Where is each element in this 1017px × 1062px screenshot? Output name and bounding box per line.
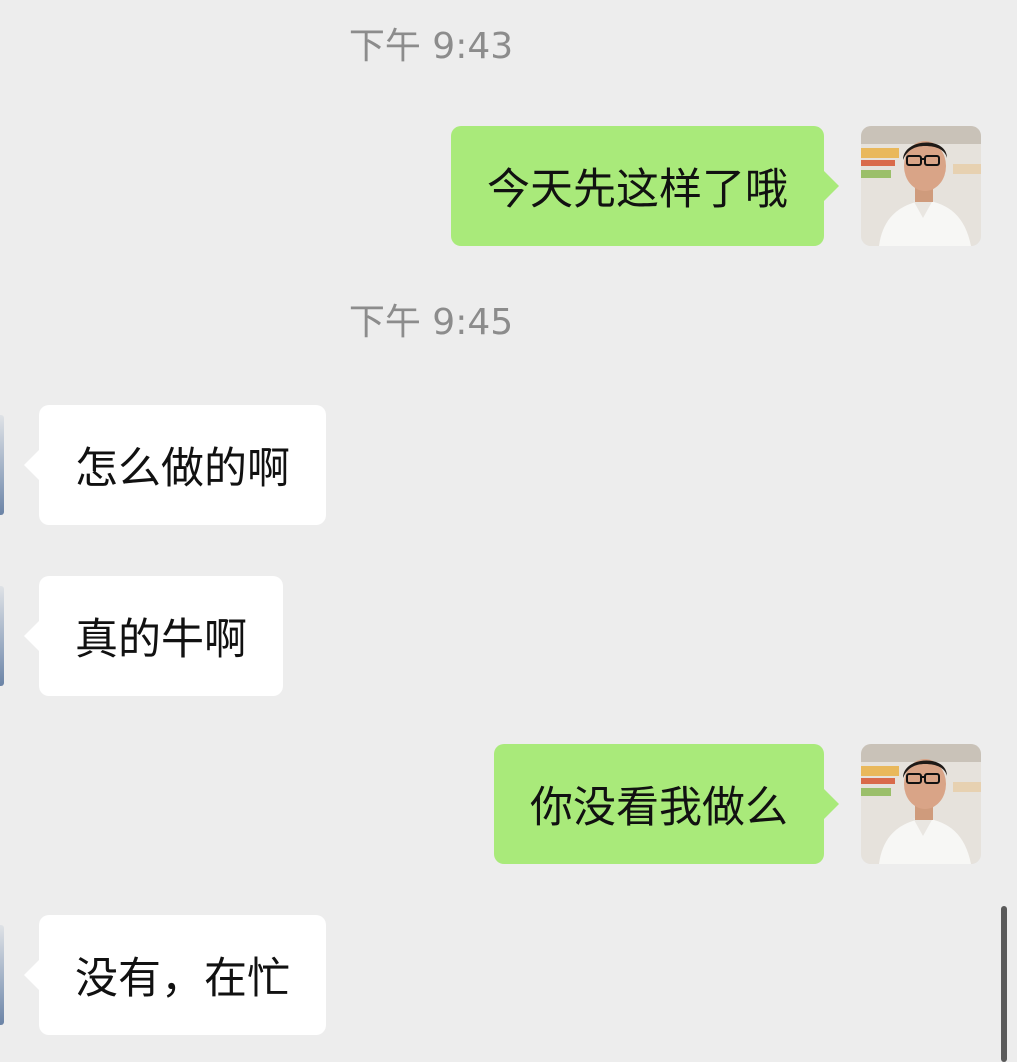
message-row-outgoing: 你没看我做么 bbox=[0, 744, 1017, 864]
outgoing-message-bubble[interactable]: 你没看我做么 bbox=[494, 744, 839, 864]
avatar-photo-man-glasses-icon bbox=[861, 126, 981, 246]
incoming-message-bubble[interactable]: 没有，在忙 bbox=[24, 915, 326, 1035]
chat-message-list[interactable]: 下午 9:43 今天先这样了哦 下午 9:45 怎么做的啊 真的牛啊 你没看我做… bbox=[0, 0, 1017, 1062]
avatar-photo-man-glasses-icon bbox=[861, 744, 981, 864]
peer-avatar-icon[interactable] bbox=[0, 925, 4, 1025]
own-avatar[interactable] bbox=[861, 744, 981, 864]
message-text: 怎么做的啊 bbox=[75, 444, 290, 494]
message-row-outgoing: 今天先这样了哦 bbox=[0, 126, 1017, 246]
timestamp: 下午 9:43 bbox=[348, 26, 514, 67]
peer-avatar-icon[interactable] bbox=[0, 415, 4, 515]
peer-avatar-icon[interactable] bbox=[0, 586, 4, 686]
message-text: 没有，在忙 bbox=[75, 954, 290, 1004]
scrollbar[interactable] bbox=[1001, 906, 1007, 1062]
incoming-message-bubble[interactable]: 真的牛啊 bbox=[24, 576, 283, 696]
message-row-incoming: 真的牛啊 bbox=[0, 576, 1017, 696]
incoming-message-bubble[interactable]: 怎么做的啊 bbox=[24, 405, 326, 525]
message-row-incoming: 怎么做的啊 bbox=[0, 405, 1017, 525]
message-text: 今天先这样了哦 bbox=[487, 165, 788, 215]
message-row-incoming: 没有，在忙 bbox=[0, 915, 1017, 1035]
timestamp: 下午 9:45 bbox=[348, 302, 514, 343]
outgoing-message-bubble[interactable]: 今天先这样了哦 bbox=[451, 126, 839, 246]
own-avatar[interactable] bbox=[861, 126, 981, 246]
message-text: 真的牛啊 bbox=[75, 615, 247, 665]
message-text: 你没看我做么 bbox=[530, 783, 788, 833]
